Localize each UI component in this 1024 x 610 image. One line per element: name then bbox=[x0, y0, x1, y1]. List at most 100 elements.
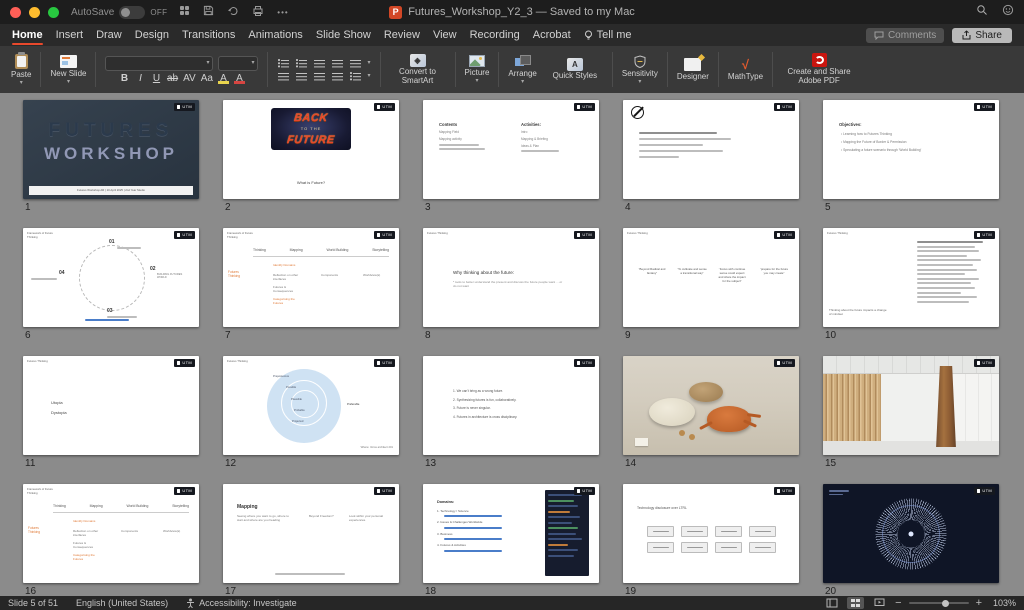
slide-19-canvas: UTM Technology disclosure over LTRL bbox=[623, 484, 799, 583]
line-spacing-button[interactable] bbox=[349, 58, 362, 69]
align-right-button[interactable] bbox=[313, 71, 326, 82]
tab-acrobat[interactable]: Acrobat bbox=[533, 24, 571, 46]
language-status[interactable]: English (United States) bbox=[76, 598, 168, 608]
tab-review[interactable]: Review bbox=[384, 24, 420, 46]
tab-insert[interactable]: Insert bbox=[56, 24, 84, 46]
slide-14-canvas: UTM bbox=[623, 356, 799, 455]
tab-transitions[interactable]: Transitions bbox=[182, 24, 235, 46]
change-case-button[interactable]: Aa bbox=[201, 73, 213, 84]
hyperlink-placeholder bbox=[444, 526, 502, 529]
slide-thumbnail-2[interactable]: UTM BACK TO THE FUTURE What is Future? 2 bbox=[223, 100, 399, 214]
slide-thumbnail-11[interactable]: UTM Futures Thinking Utopia Dystopia 11 bbox=[23, 356, 199, 470]
slide-thumbnail-17[interactable]: UTM Mapping Seeing where you want to go,… bbox=[223, 484, 399, 596]
utm-logo-icon bbox=[776, 105, 781, 109]
italic-button[interactable]: I bbox=[135, 73, 146, 84]
print-icon[interactable] bbox=[252, 3, 264, 21]
zoom-level[interactable]: 103% bbox=[989, 598, 1016, 608]
zoom-out-button[interactable]: − bbox=[895, 597, 901, 609]
align-left-button[interactable] bbox=[277, 71, 290, 82]
slide-number: 2 bbox=[225, 202, 231, 213]
slide-thumbnail-12[interactable]: UTM Futures Thinking Preposterous Possib… bbox=[223, 356, 399, 470]
slide-thumbnail-4[interactable]: UTM 4 bbox=[623, 100, 799, 214]
slide-thumbnail-14[interactable]: UTM 14 bbox=[623, 356, 799, 470]
tab-recording[interactable]: Recording bbox=[470, 24, 520, 46]
designer-button[interactable]: Designer bbox=[677, 58, 709, 81]
normal-view-button[interactable] bbox=[823, 597, 840, 609]
sensitivity-button[interactable]: Sensitivity ▾ bbox=[622, 54, 658, 85]
slide-number: 19 bbox=[625, 586, 637, 596]
slide-thumbnail-15[interactable]: UTM 15 bbox=[823, 356, 999, 470]
slide-thumbnail-3[interactable]: UTM Contents Mapping Field Mapping activ… bbox=[423, 100, 599, 214]
slide-thumbnail-6[interactable]: UTM Framework of Future Thinking 01 02 0… bbox=[23, 228, 199, 342]
character-spacing-button[interactable]: AV bbox=[183, 73, 196, 84]
undo-icon[interactable] bbox=[227, 3, 239, 21]
lightbulb-icon bbox=[584, 30, 592, 39]
slide-16-canvas: UTM Framework of Future Thinking Thinkin… bbox=[23, 484, 199, 583]
decrease-indent-button[interactable] bbox=[313, 58, 326, 69]
slide-4-canvas: UTM bbox=[623, 100, 799, 199]
utm-logo-icon bbox=[976, 489, 981, 493]
utm-badge: UTM bbox=[173, 487, 195, 495]
tab-draw[interactable]: Draw bbox=[96, 24, 122, 46]
arrange-button[interactable]: Arrange ▾ bbox=[508, 54, 537, 85]
slide-thumbnail-19[interactable]: UTM Technology disclosure over LTRL 19 bbox=[623, 484, 799, 596]
font-color-button[interactable]: A bbox=[234, 73, 245, 84]
zoom-in-button[interactable]: + bbox=[976, 597, 982, 609]
columns-button[interactable] bbox=[349, 71, 362, 82]
slide-11-canvas: UTM Futures Thinking Utopia Dystopia bbox=[23, 356, 199, 455]
slide-thumbnail-7[interactable]: UTM Framework of Future Thinking Thinkin… bbox=[223, 228, 399, 342]
quick-styles-button[interactable]: A Quick Styles bbox=[547, 58, 603, 81]
slide-thumbnail-16[interactable]: UTM Framework of Future Thinking Thinkin… bbox=[23, 484, 199, 596]
new-slide-button[interactable]: New Slide ▾ bbox=[50, 54, 86, 85]
slide-thumbnail-8[interactable]: UTM Futures Thinking Why thinking about … bbox=[423, 228, 599, 342]
zoom-slider[interactable] bbox=[908, 599, 969, 607]
text-highlight-button[interactable]: A bbox=[218, 73, 229, 84]
zoom-slider-handle[interactable] bbox=[941, 599, 949, 607]
numbered-list-button[interactable] bbox=[295, 58, 308, 69]
more-commands-icon[interactable]: ••• bbox=[277, 8, 288, 17]
minimize-window-button[interactable] bbox=[29, 6, 40, 18]
justify-button[interactable] bbox=[331, 71, 344, 82]
tab-home[interactable]: Home bbox=[12, 24, 43, 46]
slide-thumbnail-5[interactable]: UTM Objectives: Learning how to Futures … bbox=[823, 100, 999, 214]
tab-tellme[interactable]: Tell me bbox=[584, 24, 632, 46]
convert-to-smartart-button[interactable]: ◈ Convert to SmartArt bbox=[390, 53, 446, 86]
strikethrough-button[interactable]: ab bbox=[167, 73, 178, 84]
bullet-list-button[interactable] bbox=[277, 58, 290, 69]
slide-thumbnail-18[interactable]: UTM Domains: Technology / Science Issues… bbox=[423, 484, 599, 596]
tab-animations[interactable]: Animations bbox=[248, 24, 302, 46]
utm-badge: UTM bbox=[173, 231, 195, 239]
slide-thumbnail-9[interactable]: UTM Futures Thinking “Beyond Radical and… bbox=[623, 228, 799, 342]
feedback-smiley-icon[interactable] bbox=[1002, 3, 1014, 21]
font-name-select[interactable]: ▾ bbox=[105, 55, 214, 71]
mathtype-button[interactable]: √ MathType bbox=[728, 58, 763, 81]
tab-slideshow[interactable]: Slide Show bbox=[316, 24, 371, 46]
tab-view[interactable]: View bbox=[433, 24, 457, 46]
search-icon[interactable] bbox=[976, 3, 988, 21]
slide-thumbnail-20[interactable]: UTM 20 bbox=[823, 484, 999, 596]
slide-thumbnail-10[interactable]: UTM Futures Thinking Thinking about the … bbox=[823, 228, 999, 342]
picture-button[interactable]: Picture ▾ bbox=[465, 55, 489, 84]
zoom-window-button[interactable] bbox=[48, 6, 59, 18]
adobe-pdf-button[interactable]: Create and Share Adobe PDF bbox=[782, 53, 856, 86]
font-size-select[interactable]: ▾ bbox=[218, 55, 259, 71]
slideshow-view-button[interactable] bbox=[871, 597, 888, 609]
increase-indent-button[interactable] bbox=[331, 58, 344, 69]
comments-button[interactable]: Comments bbox=[865, 27, 945, 43]
save-icon[interactable] bbox=[203, 3, 214, 21]
tab-design[interactable]: Design bbox=[135, 24, 169, 46]
slide-sorter-view-button[interactable] bbox=[847, 597, 865, 609]
apps-grid-icon[interactable] bbox=[179, 3, 190, 21]
utm-badge: UTM bbox=[573, 487, 595, 495]
align-center-button[interactable] bbox=[295, 71, 308, 82]
paste-button[interactable]: Paste ▾ bbox=[11, 51, 31, 86]
underline-button[interactable]: U bbox=[151, 73, 162, 84]
autosave-toggle[interactable]: AutoSave OFF bbox=[71, 5, 167, 19]
share-button[interactable]: Share bbox=[952, 27, 1012, 43]
slide-thumbnail-1[interactable]: UTM FUTURES WORKSHOP Futures Workshop AR… bbox=[23, 100, 199, 214]
slide-thumbnail-13[interactable]: UTM We can't bring as a wrong future. Sy… bbox=[423, 356, 599, 470]
accessibility-status[interactable]: Accessibility: Investigate bbox=[186, 598, 297, 608]
bold-button[interactable]: B bbox=[119, 73, 130, 84]
close-window-button[interactable] bbox=[10, 6, 21, 18]
cycle-diagram bbox=[79, 245, 145, 311]
